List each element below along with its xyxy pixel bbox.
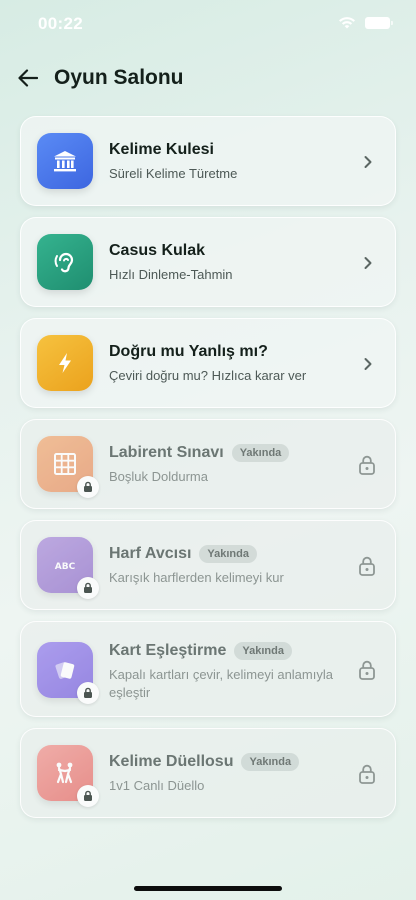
game-icon-box [37, 234, 93, 290]
lock-icon [359, 556, 375, 576]
game-description: Kapalı kartları çevir, kelimeyi anlamıyl… [109, 667, 333, 700]
game-title: Doğru mu Yanlış mı? [109, 343, 268, 360]
game-card-kelime-kulesi[interactable]: Kelime Kulesi Süreli Kelime Türetme [20, 116, 396, 206]
game-text: Kelime Kulesi Süreli Kelime Türetme [109, 141, 339, 183]
lock-badge-icon [77, 577, 99, 599]
grid-icon [54, 453, 76, 475]
game-title: Kelime Kulesi [109, 141, 214, 158]
game-text: Labirent Sınavı Yakında Boşluk Doldurma [109, 444, 339, 486]
header: Oyun Salonu [16, 60, 184, 96]
game-card-dogru-mu-yanlis-mi[interactable]: Doğru mu Yanlış mı? Çeviri doğru mu? Hız… [20, 318, 396, 408]
arrow-left-icon [18, 69, 38, 87]
game-icon-box [37, 335, 93, 391]
game-description: Karışık harflerden kelimeyi kur [109, 570, 284, 585]
back-button[interactable] [16, 66, 40, 90]
game-description: Süreli Kelime Türetme [109, 166, 238, 181]
game-card-labirent-sinavi[interactable]: Labirent Sınavı Yakında Boşluk Doldurma [20, 419, 396, 509]
coming-soon-badge: Yakında [241, 753, 300, 771]
chevron-right-icon [364, 257, 372, 269]
game-title: Kelime Düellosu [109, 753, 234, 770]
status-bar: 00:22 [0, 0, 416, 46]
game-icon-box [37, 436, 99, 498]
cards-icon [55, 662, 75, 679]
ear-icon [54, 252, 74, 273]
lock-icon [359, 660, 375, 680]
game-text: Harf Avcısı Yakında Karışık harflerden k… [109, 545, 339, 587]
game-description: 1v1 Canlı Düello [109, 778, 205, 793]
game-title: Harf Avcısı [109, 545, 192, 562]
game-icon-box [37, 745, 99, 807]
lock-icon [359, 764, 375, 784]
page-title: Oyun Salonu [54, 66, 184, 89]
game-card-kelime-duellosu[interactable]: Kelime Düellosu Yakında 1v1 Canlı Düello [20, 728, 396, 818]
coming-soon-badge: Yakında [231, 444, 290, 462]
game-title: Casus Kulak [109, 242, 206, 259]
home-indicator[interactable] [134, 886, 282, 891]
coming-soon-badge: Yakında [199, 545, 257, 563]
lock-icon [359, 455, 375, 475]
lock-badge-icon [77, 785, 99, 807]
game-title: Labirent Sınavı [109, 444, 224, 461]
game-icon-box: ABC [37, 537, 99, 599]
game-text: Kart Eşleştirme Yakında Kapalı kartları … [109, 642, 339, 702]
bank-icon [54, 151, 76, 172]
coming-soon-badge: Yakında [234, 642, 292, 660]
game-text: Casus Kulak Hızlı Dinleme-Tahmin [109, 242, 339, 284]
duel-icon [56, 762, 73, 784]
abc-icon: ABC [55, 562, 76, 572]
game-card-casus-kulak[interactable]: Casus Kulak Hızlı Dinleme-Tahmin [20, 217, 396, 307]
lock-badge-icon [77, 476, 99, 498]
svg-text:ABC: ABC [55, 562, 76, 572]
game-description: Hızlı Dinleme-Tahmin [109, 267, 233, 282]
status-time: 00:22 [38, 14, 83, 33]
wifi-icon [339, 17, 355, 29]
lightning-icon [59, 353, 71, 373]
game-description: Boşluk Doldurma [109, 469, 208, 484]
game-card-harf-avcisi[interactable]: ABC Harf Avcısı Yakında Karışık harflerd… [20, 520, 396, 610]
game-icon-box [37, 133, 93, 189]
battery-icon [365, 16, 393, 29]
game-text: Doğru mu Yanlış mı? Çeviri doğru mu? Hız… [109, 343, 339, 385]
chevron-right-icon [364, 358, 372, 370]
game-text: Kelime Düellosu Yakında 1v1 Canlı Düello [109, 753, 339, 795]
game-card-kart-eslestirme[interactable]: Kart Eşleştirme Yakında Kapalı kartları … [20, 621, 396, 717]
status-icons [337, 15, 393, 30]
game-description: Çeviri doğru mu? Hızlıca karar ver [109, 368, 307, 383]
chevron-right-icon [364, 156, 372, 168]
lock-badge-icon [77, 682, 99, 704]
game-title: Kart Eşleştirme [109, 642, 227, 659]
game-icon-box [37, 642, 99, 704]
